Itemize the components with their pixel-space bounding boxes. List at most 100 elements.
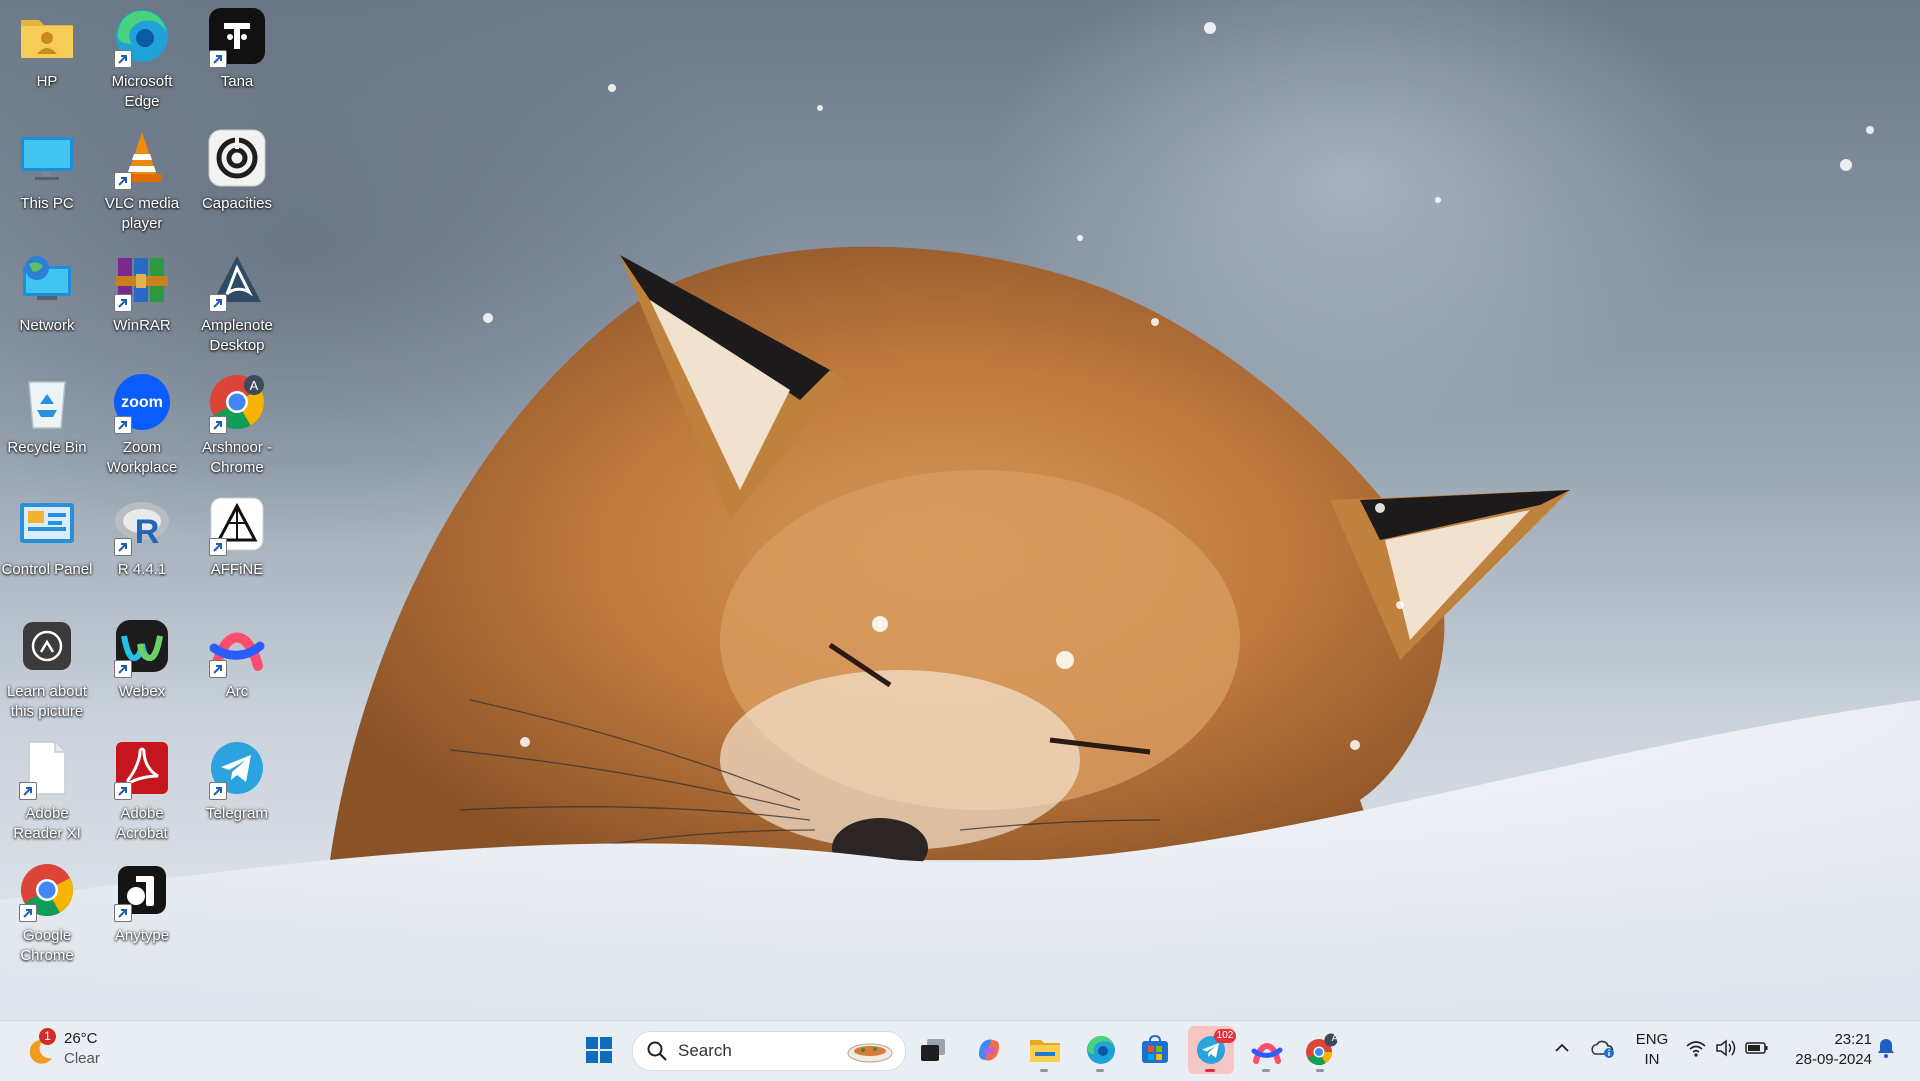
desktop-icon-this-pc[interactable]: This PC — [0, 122, 95, 238]
taskbar-file-explorer[interactable] — [1022, 1026, 1068, 1074]
shortcut-arrow-icon — [114, 660, 132, 678]
webex-icon — [112, 616, 172, 678]
battery-tray[interactable] — [1745, 1038, 1769, 1063]
desktop-icon-arshnoor-chrome[interactable]: A Arshnoor - Chrome — [189, 366, 285, 482]
running-indicator — [1205, 1069, 1215, 1072]
running-indicator — [1316, 1069, 1324, 1072]
shortcut-arrow-icon — [209, 294, 227, 312]
desktop-icon-amplenote[interactable]: Amplenote Desktop — [189, 244, 285, 360]
taskbar-search[interactable]: Search — [632, 1031, 906, 1071]
chrome-icon — [17, 860, 77, 922]
taskbar-edge[interactable] — [1078, 1026, 1124, 1074]
task-view-button[interactable] — [910, 1026, 956, 1074]
weather-widget[interactable]: 1 26°C Clear — [22, 1028, 142, 1072]
notifications-button[interactable] — [1876, 1037, 1896, 1064]
wifi-tray[interactable] — [1685, 1038, 1707, 1063]
chevron-up-icon — [1555, 1043, 1569, 1052]
desktop-icon-network[interactable]: Network — [0, 244, 95, 360]
speaker-icon — [1716, 1039, 1736, 1057]
shortcut-arrow-icon — [209, 782, 227, 800]
shortcut-arrow-icon — [209, 416, 227, 434]
desktop-icon-affine[interactable]: AFFiNE — [189, 488, 285, 604]
search-icon — [647, 1041, 667, 1061]
show-hidden-icons-button[interactable] — [1552, 1038, 1572, 1063]
acrobat-icon — [112, 738, 172, 800]
desktop-icon-vlc[interactable]: VLC media player — [94, 122, 190, 238]
fox-in-snow-image — [0, 22, 1920, 1020]
document-icon — [17, 738, 77, 800]
volume-tray[interactable] — [1715, 1038, 1737, 1063]
onedrive-tray[interactable] — [1590, 1038, 1616, 1065]
running-indicator — [1040, 1069, 1048, 1072]
desktop-icon-arc[interactable]: Arc — [189, 610, 285, 726]
search-highlight-food-icon — [847, 1043, 893, 1063]
network-globe-icon — [17, 250, 77, 310]
wifi-icon — [1686, 1041, 1706, 1057]
taskbar-copilot[interactable] — [966, 1026, 1012, 1074]
desktop-icon-anytype[interactable]: Anytype — [94, 854, 190, 970]
desktop-icon-capacities[interactable]: Capacities — [189, 122, 285, 238]
zoom-icon: zoom — [112, 372, 172, 434]
windows-logo-icon — [586, 1037, 612, 1063]
desktop-icon-zoom[interactable]: zoom Zoom Workplace — [94, 366, 190, 482]
desktop-icon-learn-about-picture[interactable]: Learn about this picture — [0, 610, 95, 726]
svg-text:R: R — [135, 513, 160, 549]
edge-icon — [1087, 1035, 1115, 1064]
taskbar-microsoft-store[interactable] — [1132, 1026, 1178, 1074]
arc-icon — [207, 616, 267, 678]
taskbar-chrome[interactable]: A — [1298, 1026, 1344, 1074]
copilot-icon — [979, 1039, 999, 1061]
desktop-icon-microsoft-edge[interactable]: Microsoft Edge — [94, 0, 190, 116]
taskbar-arc[interactable] — [1244, 1026, 1290, 1074]
shortcut-arrow-icon — [114, 904, 132, 922]
desktop-icon-google-chrome[interactable]: Google Chrome — [0, 854, 95, 970]
language-region: IN — [1644, 1051, 1660, 1068]
clock-time: 23:21 — [1834, 1031, 1872, 1048]
shortcut-arrow-icon — [114, 50, 132, 68]
r-language-icon: R — [112, 494, 172, 556]
chrome-profile-icon: A — [207, 372, 267, 434]
telegram-unread-badge: 102 — [1214, 1029, 1236, 1043]
winrar-books-icon — [112, 250, 172, 312]
capacities-icon — [207, 128, 267, 188]
search-placeholder: Search — [678, 1041, 732, 1060]
desktop-icon-telegram[interactable]: Telegram — [189, 732, 285, 848]
anytype-icon — [112, 860, 172, 922]
start-button[interactable] — [576, 1026, 622, 1074]
clock[interactable]: 23:21 28-09-2024 — [1780, 1030, 1872, 1070]
tana-icon — [207, 6, 267, 68]
telegram-icon — [207, 738, 267, 800]
desktop-icon-r[interactable]: R R 4.4.1 — [94, 488, 190, 604]
desktop-icon-adobe-acrobat[interactable]: Adobe Acrobat — [94, 732, 190, 848]
shortcut-arrow-icon — [209, 538, 227, 556]
vlc-cone-icon — [112, 128, 172, 190]
language-code: ENG — [1635, 1031, 1669, 1048]
svg-text:A: A — [250, 378, 259, 393]
desktop-icon-adobe-reader[interactable]: Adobe Reader XI — [0, 732, 95, 848]
store-bag-icon — [1142, 1035, 1168, 1063]
clock-date: 28-09-2024 — [1795, 1051, 1872, 1068]
desktop-icon-winrar[interactable]: WinRAR — [94, 244, 190, 360]
camera-info-icon — [17, 616, 77, 676]
shortcut-arrow-icon — [19, 904, 37, 922]
edge-icon — [112, 6, 172, 68]
shortcut-arrow-icon — [114, 172, 132, 190]
input-language[interactable]: ENG IN — [1632, 1030, 1672, 1070]
desktop-icon-recycle-bin[interactable]: Recycle Bin — [0, 366, 95, 482]
desktop-icon-tana[interactable]: Tana — [189, 0, 285, 116]
svg-text:zoom: zoom — [121, 394, 163, 411]
desktop-wallpaper — [0, 0, 1920, 1020]
amplenote-icon — [207, 250, 267, 312]
desktop-icon-hp[interactable]: HP — [0, 0, 95, 116]
shortcut-arrow-icon — [114, 782, 132, 800]
running-indicator — [1096, 1069, 1104, 1072]
taskbar-telegram[interactable]: 102 — [1188, 1026, 1236, 1074]
affine-icon — [207, 494, 267, 556]
cloud-info-icon — [1591, 1040, 1614, 1058]
shortcut-arrow-icon — [19, 782, 37, 800]
battery-icon — [1745, 1042, 1768, 1054]
weather-temperature: 26°C — [64, 1030, 98, 1047]
desktop-icon-control-panel[interactable]: Control Panel — [0, 488, 95, 604]
desktop-icon-webex[interactable]: Webex — [94, 610, 190, 726]
shortcut-arrow-icon — [209, 660, 227, 678]
